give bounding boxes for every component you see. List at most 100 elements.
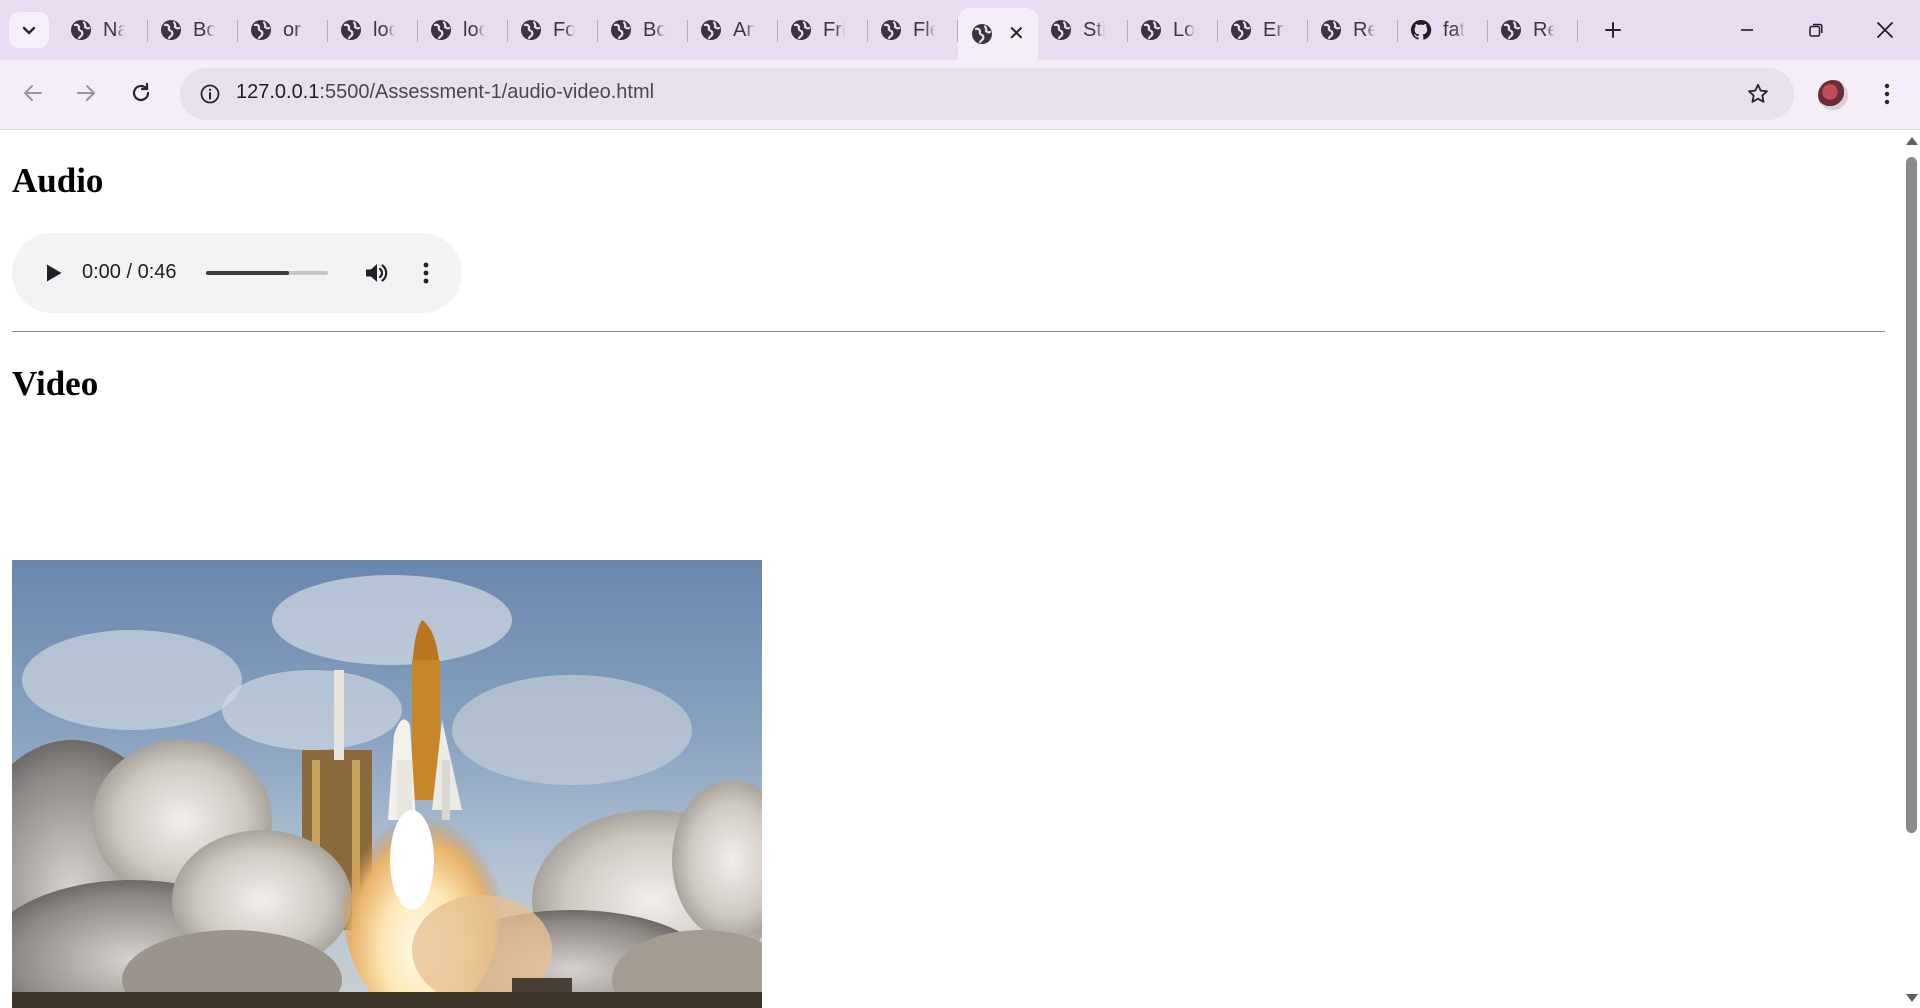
tab[interactable]: Bo [598,0,688,60]
audio-player[interactable]: 0:00 / 0:46 [12,233,462,313]
address-bar[interactable]: 127.0.0.1:5500/Assessment-1/audio-video.… [180,68,1794,120]
globe-icon [1140,19,1162,41]
close-window-button[interactable] [1862,12,1908,48]
tab-title: loc [463,18,485,41]
url-text[interactable]: 127.0.0.1:5500/Assessment-1/audio-video.… [236,81,654,104]
github-icon [1410,19,1432,41]
horizontal-rule [12,331,1885,332]
tab-title: Fo [553,18,575,41]
tab-close-button[interactable]: ✕ [1008,24,1025,44]
tab[interactable]: Fle [868,0,958,60]
minimize-button[interactable] [1724,12,1770,48]
tab[interactable]: Re [1488,0,1578,60]
tab[interactable]: loc [328,0,418,60]
info-icon [200,84,220,104]
globe-icon [1050,19,1072,41]
restore-icon [1809,23,1823,37]
globe-icon [160,19,182,41]
star-icon [1748,83,1768,103]
rocket-launch-image [12,575,762,1008]
new-tab-button[interactable] [1595,12,1631,48]
tab-strip: Na Bo or loc loc Fo Bo An Fri Fle ✕ Sti Lo Err Re fat Re [0,0,1920,60]
globe-icon [700,19,722,41]
page-content: Audio 0:00 / 0:46 Video [0,131,1902,1008]
browser-menu-button[interactable] [1872,74,1902,114]
audio-heading: Audio [12,161,104,200]
video-player[interactable] [12,560,762,1008]
tab[interactable]: Fri [778,0,868,60]
chevron-down-icon [22,26,36,35]
tab[interactable]: Na [58,0,148,60]
tab-title: Sti [1083,18,1105,41]
browser-toolbar: 127.0.0.1:5500/Assessment-1/audio-video.… [0,60,1920,130]
site-info-button[interactable] [192,76,228,112]
globe-icon [971,23,993,45]
reload-icon [132,82,150,102]
scroll-down-arrow[interactable] [1906,994,1918,1002]
scroll-up-arrow[interactable] [1906,137,1918,145]
tab-title: Bo [643,18,665,41]
tab[interactable]: Bo [148,0,238,60]
tab-title: Bo [193,18,215,41]
tab-title: or [283,18,301,41]
reload-button[interactable] [121,73,161,113]
url-path: :5500/Assessment-1/audio-video.html [319,81,655,103]
more-vertical-icon [423,262,429,284]
bookmark-button[interactable] [1740,76,1776,112]
minimize-icon [1741,29,1753,31]
tab-title: Lo [1173,18,1195,41]
audio-seek-bar[interactable] [206,271,328,275]
more-vertical-icon [1884,83,1890,105]
tab-title: loc [373,18,395,41]
page-scrollbar[interactable] [1902,131,1920,1008]
tab-title: fat [1443,18,1465,41]
tab[interactable]: or [238,0,328,60]
video-heading: Video [12,364,99,403]
audio-time: 0:00 / 0:46 [82,261,177,283]
tab-search-button[interactable] [9,12,49,48]
tab-list: Na Bo or loc loc Fo Bo An Fri Fle ✕ Sti Lo Err Re fat Re [58,0,1578,60]
profile-avatar[interactable] [1818,80,1848,110]
tab-title: Na [103,18,125,41]
tab-title: Re [1353,18,1375,41]
arrow-left-icon [24,85,42,101]
url-host: 127.0.0.1 [236,81,320,103]
close-icon [1877,22,1893,38]
audio-seek-progress [206,271,289,275]
globe-icon [790,19,812,41]
globe-icon [520,19,542,41]
tab[interactable]: fat [1398,0,1488,60]
back-button[interactable] [13,73,53,113]
globe-icon [610,19,632,41]
tab[interactable]: Lo [1128,0,1218,60]
forward-button[interactable] [66,73,106,113]
tab-active[interactable]: ✕ [958,8,1038,60]
tab-title: Err [1263,18,1285,41]
tab[interactable]: loc [418,0,508,60]
globe-icon [250,19,272,41]
globe-icon [1230,19,1252,41]
tab[interactable]: Fo [508,0,598,60]
tab[interactable]: Sti [1038,0,1128,60]
tab[interactable]: Re [1308,0,1398,60]
volume-icon [366,264,388,282]
tab-title: An [733,18,755,41]
arrow-right-icon [77,85,95,101]
plus-icon [1605,22,1621,38]
tab-title: Fle [913,18,935,41]
tab[interactable]: An [688,0,778,60]
restore-button[interactable] [1793,12,1839,48]
globe-icon [70,19,92,41]
globe-icon [340,19,362,41]
scrollbar-thumb[interactable] [1906,157,1917,833]
globe-icon [880,19,902,41]
tab[interactable]: Err [1218,0,1308,60]
globe-icon [1320,19,1342,41]
globe-icon [430,19,452,41]
tab-title: Fri [823,18,845,41]
play-button[interactable] [40,259,68,287]
audio-more-options-button[interactable] [416,257,436,289]
tab-title: Re [1533,18,1555,41]
volume-button[interactable] [360,257,392,289]
play-icon [47,264,62,282]
